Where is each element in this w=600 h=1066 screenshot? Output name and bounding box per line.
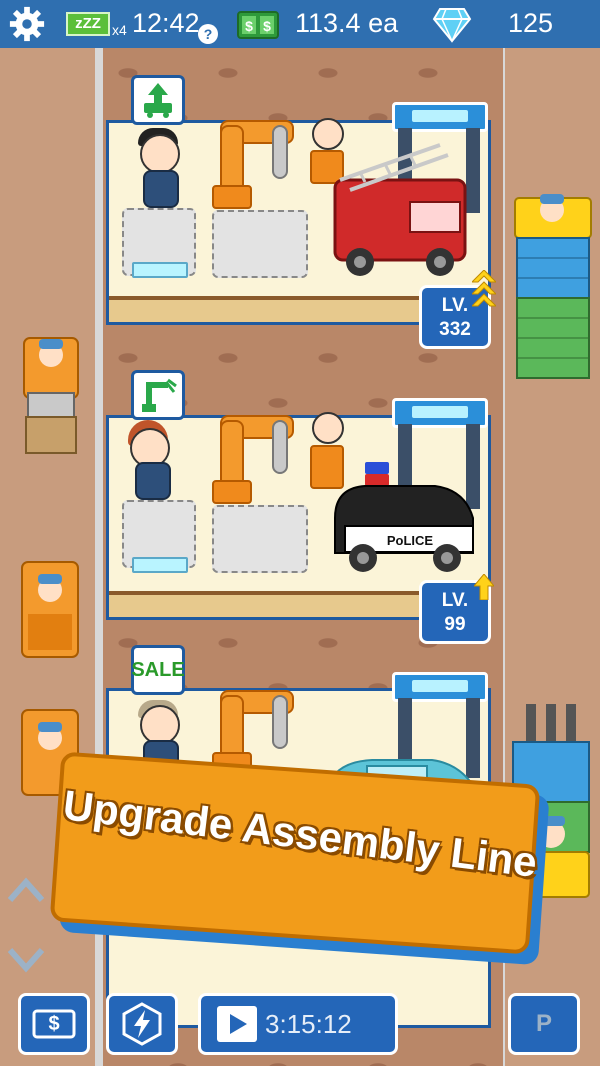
cash-icon: $ $ — [237, 11, 279, 39]
video-icon — [217, 1006, 257, 1042]
sleep-multiplier: x4 — [112, 22, 127, 38]
svg-text:$: $ — [263, 18, 271, 34]
chassis-slot — [212, 210, 308, 278]
video-boost-button[interactable]: 3:15:12 — [198, 993, 398, 1055]
forklift-truck — [23, 337, 79, 454]
orange-truck — [21, 561, 79, 658]
gear-icon[interactable] — [8, 5, 46, 43]
sale-badge[interactable]: SALE — [131, 645, 185, 695]
chassis-slot — [212, 505, 308, 573]
arrow-up-icon — [474, 574, 494, 600]
cash-glyph: $ — [48, 1012, 60, 1035]
level-value: 332 — [439, 319, 471, 340]
sale-text: SALE — [131, 658, 185, 681]
zzz-icon[interactable]: zZZ — [66, 12, 110, 36]
time-display: 12:42 — [132, 8, 200, 38]
shop-cash-button[interactable]: $ — [18, 993, 90, 1055]
level-value: 99 — [444, 614, 466, 635]
question-icon[interactable]: ? — [198, 24, 218, 44]
svg-text:$: $ — [245, 18, 253, 34]
fire-truck — [333, 143, 467, 276]
diamond-icon[interactable] — [432, 5, 472, 43]
progress-slot — [132, 262, 188, 278]
boost-button[interactable] — [106, 993, 178, 1055]
double-arrow-up-icon — [472, 270, 496, 307]
right-menu-button[interactable]: P — [508, 993, 580, 1055]
right-button-glyph: P — [535, 1010, 552, 1037]
police-car: PoLICE — [334, 462, 474, 572]
gems-amount: 125 — [508, 8, 554, 38]
cash-amount: 113.4 ea — [295, 8, 399, 38]
lightning-icon — [122, 1002, 162, 1046]
top-hud: zZZ x4 12:42 ? $ $ 113.4 ea 125 — [0, 0, 600, 48]
container-truck — [514, 194, 592, 379]
police-text: PoLICE — [387, 533, 434, 548]
upgrade-truck-icon[interactable] — [131, 75, 185, 125]
video-timer: 3:15:12 — [265, 1008, 352, 1039]
scroll-chevron-icon[interactable] — [6, 870, 46, 980]
progress-slot — [132, 557, 188, 573]
robot-arm-upgrade-icon[interactable] — [131, 370, 185, 420]
